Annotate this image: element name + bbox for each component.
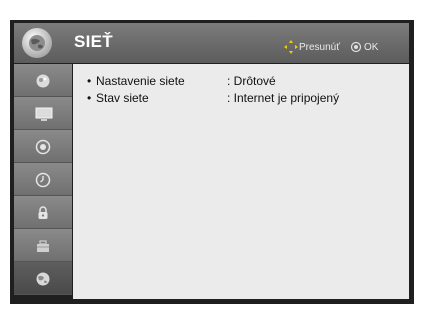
sidebar-item-options[interactable] [14, 229, 72, 262]
menu-header: SIEŤ Presunúť OK [14, 23, 409, 63]
navigation-arrows-icon [284, 40, 298, 54]
setting-value: : Drôtové [227, 74, 276, 88]
sidebar-item-screen[interactable] [14, 97, 72, 130]
picture-icon [36, 74, 50, 88]
options-icon [37, 240, 49, 252]
sidebar-item-time[interactable] [14, 163, 72, 196]
settings-panel: • Nastavenie siete : Drôtové • Stav siet… [73, 64, 409, 299]
page-title: SIEŤ [74, 32, 113, 51]
sidebar-item-audio[interactable] [14, 130, 72, 163]
setting-label: Nastavenie siete [96, 74, 185, 88]
bullet: • [87, 74, 92, 88]
audio-icon [35, 139, 51, 155]
lock-icon [38, 206, 48, 219]
hint-move-label: Presunúť [299, 42, 340, 53]
sidebar-item-network[interactable] [14, 262, 72, 295]
network-globe-icon [22, 28, 52, 58]
sidebar-item-lock[interactable] [14, 196, 72, 229]
setting-label: Stav siete [96, 91, 149, 105]
monitor-icon [35, 107, 53, 121]
clock-icon [35, 172, 51, 188]
bullet: • [87, 91, 92, 105]
hint-ok-label: OK [364, 42, 379, 53]
category-sidebar [14, 64, 72, 299]
sidebar-item-picture[interactable] [14, 64, 72, 97]
ok-button-icon [350, 41, 362, 53]
network-icon [36, 272, 50, 286]
setting-value: : Internet je pripojený [227, 91, 340, 105]
